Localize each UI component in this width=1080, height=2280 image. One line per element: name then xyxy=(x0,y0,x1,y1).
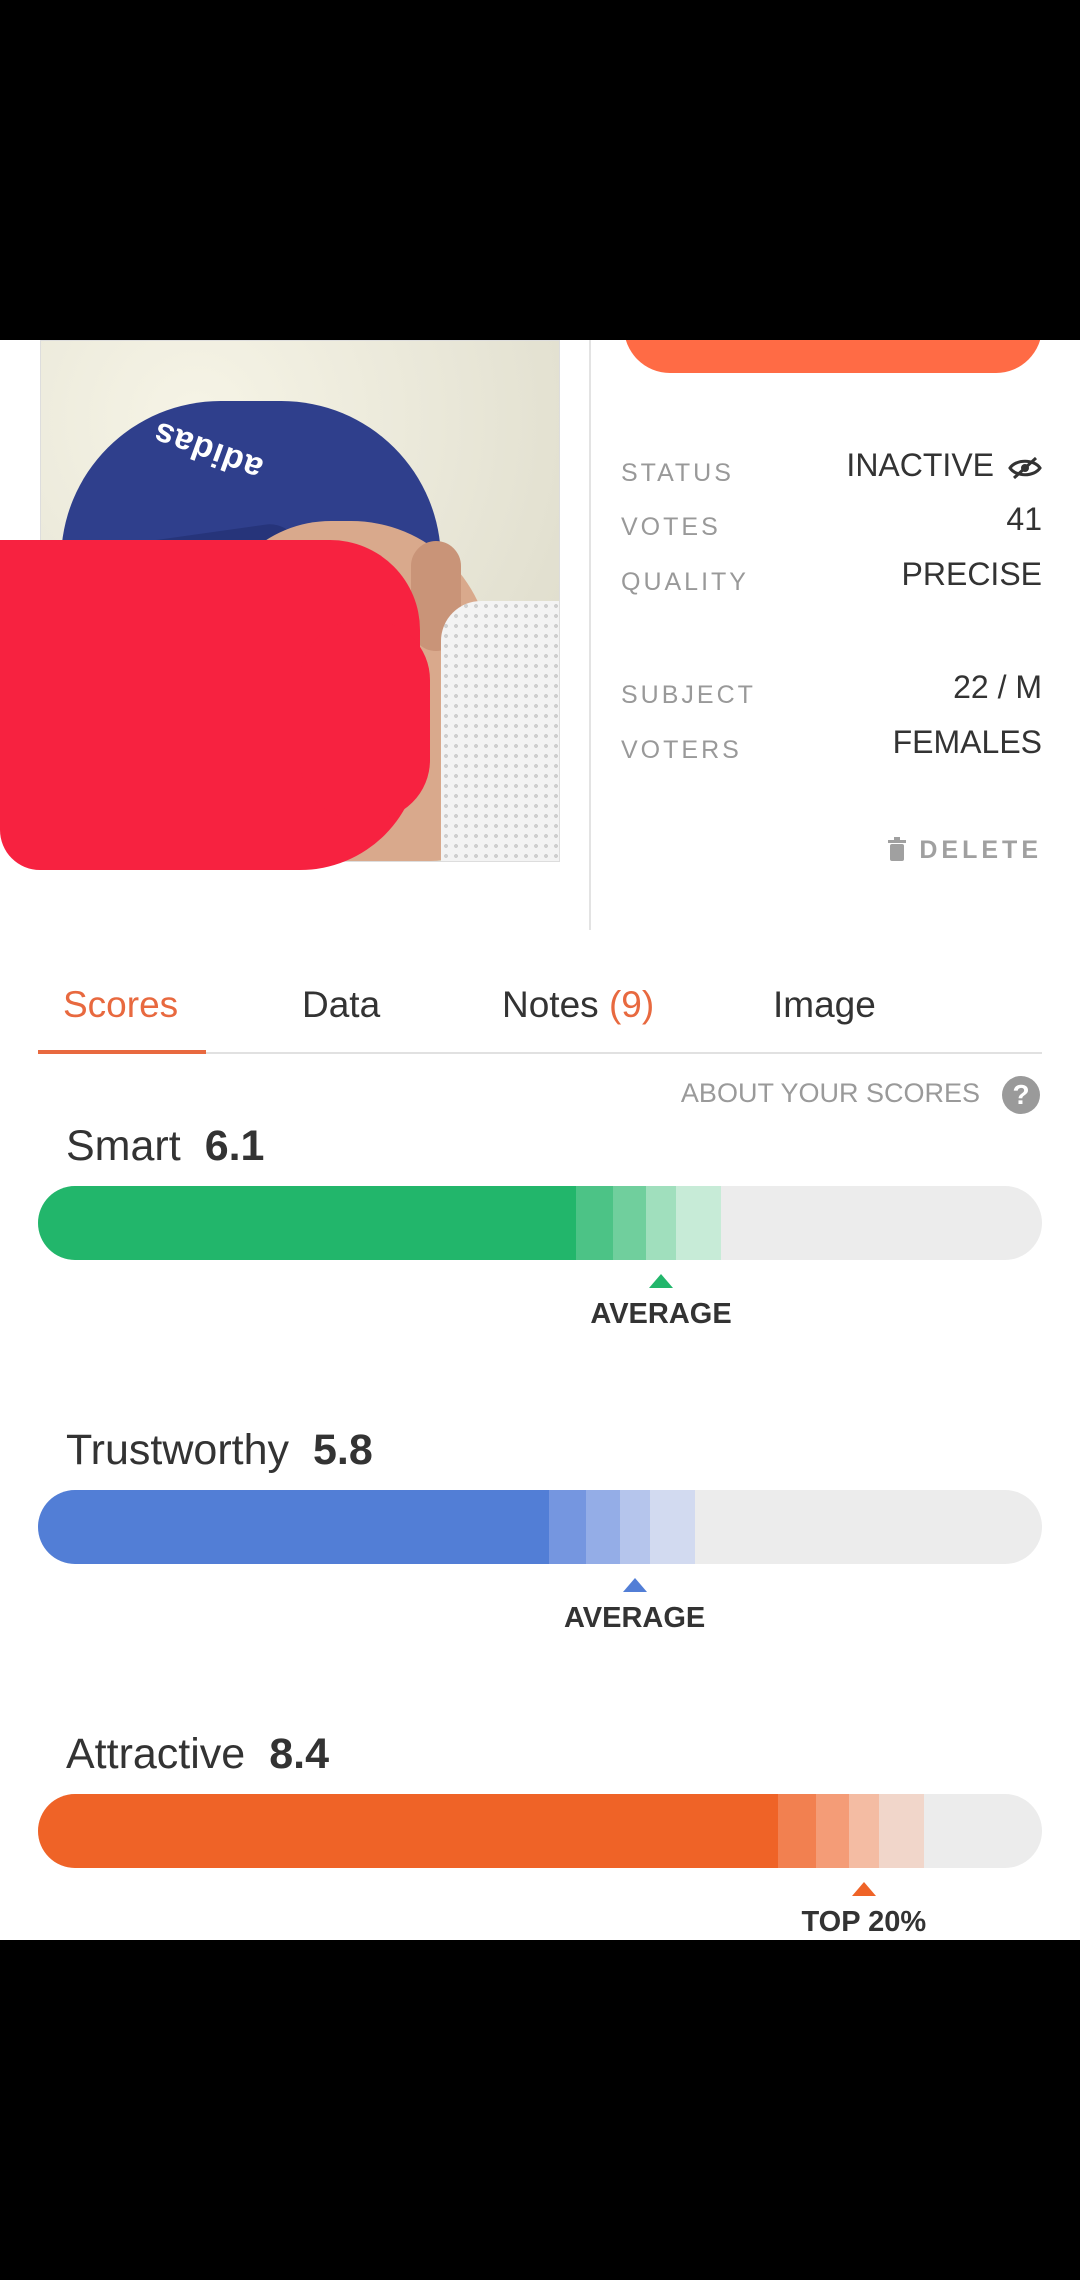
votes-label: VOTES xyxy=(621,513,721,541)
score-bar-trustworthy xyxy=(38,1490,1042,1564)
status-value: INACTIVE xyxy=(846,447,994,483)
marker-label-trustworthy: AVERAGE xyxy=(563,1602,706,1634)
subject-value: 22 / M xyxy=(953,669,1042,705)
score-fill xyxy=(38,1490,550,1564)
about-scores-label: ABOUT YOUR SCORES xyxy=(680,1078,980,1109)
voters-value: FEMALES xyxy=(892,724,1042,760)
quality-value: PRECISE xyxy=(901,556,1042,592)
tab-scores-label: Scores xyxy=(63,984,179,1025)
delete-button[interactable]: DELETE xyxy=(887,836,1042,865)
average-marker-smart xyxy=(649,1274,674,1288)
status-value-wrap: INACTIVE xyxy=(846,447,1042,484)
tab-data[interactable]: Data xyxy=(302,980,380,1050)
votes-value: 41 xyxy=(1006,501,1042,537)
tab-data-label: Data xyxy=(302,984,381,1025)
confidence-band xyxy=(575,1186,613,1260)
confidence-band xyxy=(778,1794,816,1868)
about-scores-link[interactable]: ABOUT YOUR SCORES? xyxy=(681,1076,1040,1114)
trash-icon xyxy=(888,837,907,861)
percentile-marker-attractive xyxy=(851,1882,876,1896)
tab-image[interactable]: Image xyxy=(773,980,876,1050)
score-title-trustworthy: Trustworthy 5.8 xyxy=(66,1426,373,1475)
delete-label: DELETE xyxy=(919,836,1042,864)
average-marker-trustworthy xyxy=(622,1578,647,1592)
score-label: Attractive xyxy=(66,1730,246,1778)
tab-scores[interactable]: Scores xyxy=(63,980,178,1050)
score-bar-smart xyxy=(38,1186,1042,1260)
subject-label: SUBJECT xyxy=(621,681,756,709)
confidence-band xyxy=(649,1490,695,1564)
confidence-band xyxy=(848,1794,879,1868)
score-tabs: Scores Data Notes (9) Image xyxy=(38,980,1042,1054)
marker-label-smart: AVERAGE xyxy=(590,1298,732,1330)
confidence-band xyxy=(586,1490,620,1564)
confidence-band xyxy=(549,1490,587,1564)
score-label: Smart xyxy=(66,1122,181,1170)
active-tab-underline xyxy=(38,1050,206,1054)
confidence-band xyxy=(612,1186,646,1260)
votes-row: VOTES 41 xyxy=(621,498,1042,542)
score-fill xyxy=(38,1794,779,1868)
score-title-smart: Smart 6.1 xyxy=(66,1122,264,1171)
confidence-band xyxy=(676,1186,722,1260)
voters-row: VOTERS FEMALES xyxy=(621,721,1042,765)
marker-label-attractive: TOP 20% xyxy=(801,1906,927,1938)
screen: adidas STATUS INACTIVE VOTES 41 QUALITY … xyxy=(0,340,1080,1940)
score-value: 6.1 xyxy=(204,1122,265,1170)
help-icon[interactable]: ? xyxy=(1002,1076,1040,1114)
tab-notes[interactable]: Notes (9) xyxy=(502,980,654,1050)
status-row: STATUS INACTIVE xyxy=(621,444,1042,488)
top-action-button[interactable] xyxy=(624,340,1042,373)
eye-off-icon[interactable] xyxy=(1008,456,1042,479)
tab-notes-label: Notes xyxy=(502,984,609,1025)
score-title-attractive: Attractive 8.4 xyxy=(66,1730,329,1779)
status-label: STATUS xyxy=(621,459,734,487)
quality-row: QUALITY PRECISE xyxy=(621,553,1042,597)
notes-count-badge: (9) xyxy=(608,984,655,1025)
vertical-divider xyxy=(589,340,591,930)
confidence-band xyxy=(619,1490,650,1564)
confidence-band xyxy=(815,1794,849,1868)
confidence-band xyxy=(646,1186,677,1260)
score-value: 5.8 xyxy=(313,1426,373,1474)
redaction-mark-lobe xyxy=(300,620,430,820)
score-fill xyxy=(38,1186,576,1260)
score-label: Trustworthy xyxy=(66,1426,289,1474)
score-value: 8.4 xyxy=(269,1730,330,1778)
score-bar-attractive xyxy=(38,1794,1042,1868)
pillow xyxy=(441,601,559,861)
quality-label: QUALITY xyxy=(621,568,749,596)
subject-row: SUBJECT 22 / M xyxy=(621,666,1042,710)
voters-label: VOTERS xyxy=(621,736,742,764)
tab-image-label: Image xyxy=(773,984,876,1025)
confidence-band xyxy=(878,1794,925,1868)
